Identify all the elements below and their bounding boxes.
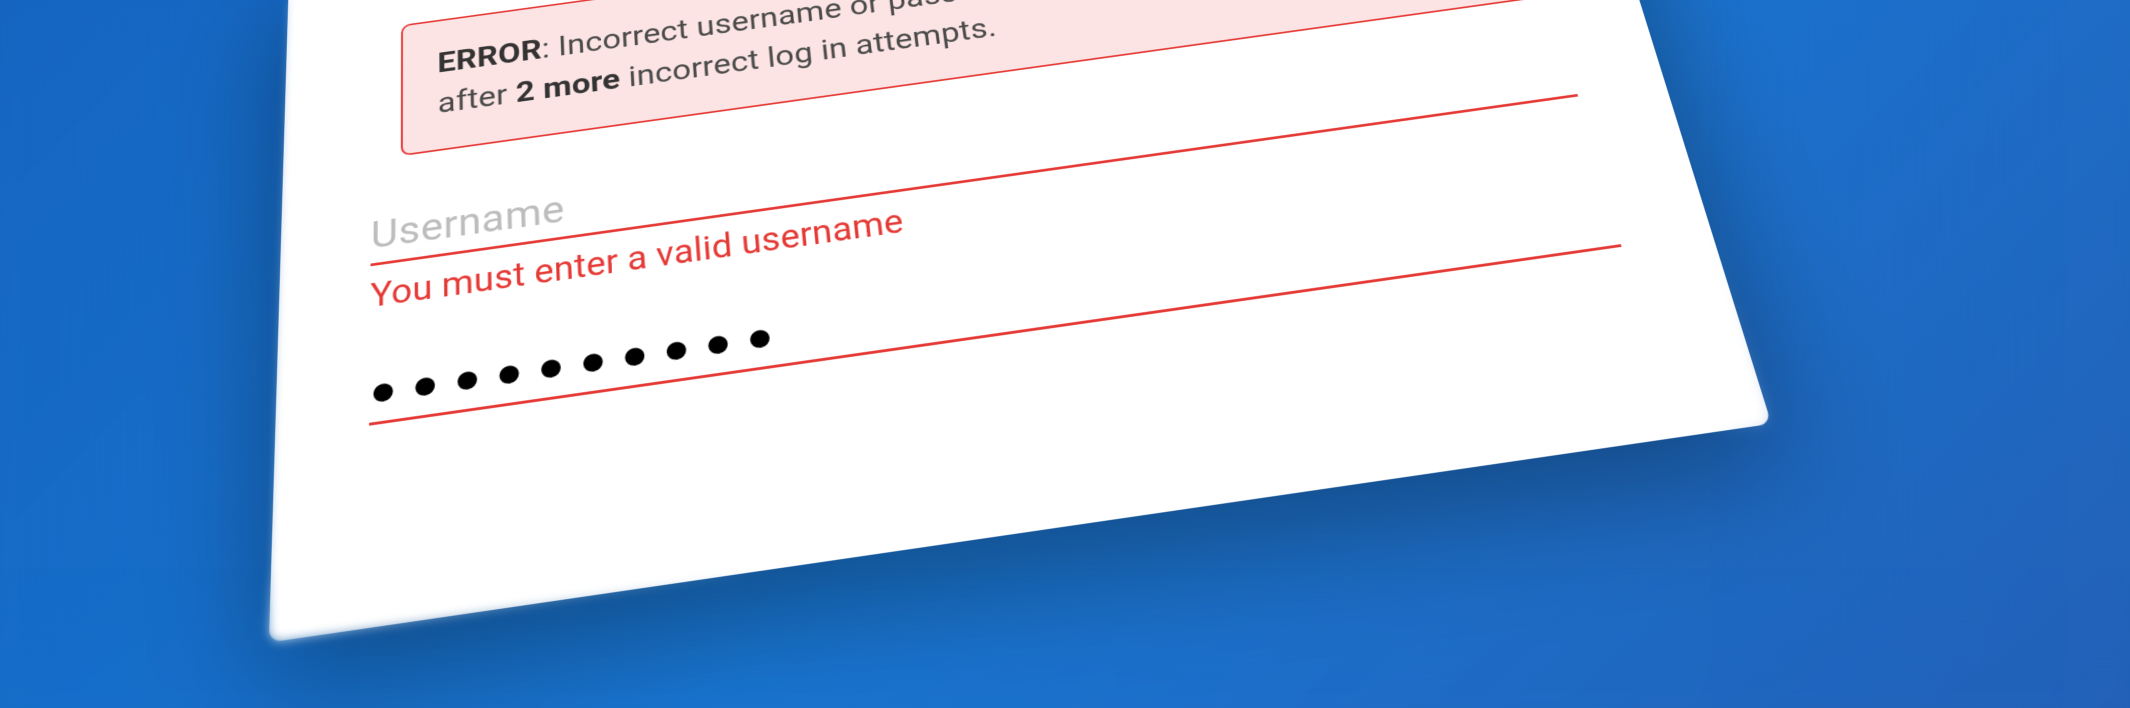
login-card: ERROR: Incorrect username or password. T… xyxy=(269,0,1771,642)
error-attempts: 2 more xyxy=(515,62,621,110)
password-mask: ●●●●●●●●●● xyxy=(369,308,790,417)
error-prefix: ERROR xyxy=(437,33,542,80)
